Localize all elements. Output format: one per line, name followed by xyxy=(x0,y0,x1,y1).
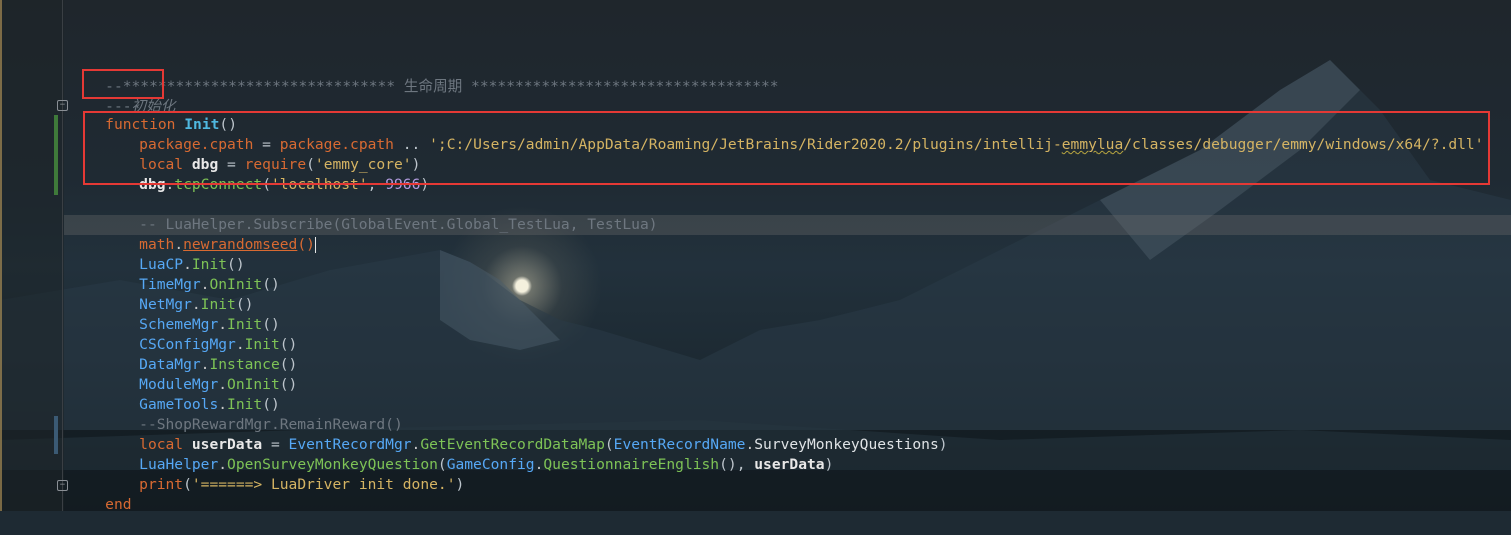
variable: userData xyxy=(754,456,825,473)
code-line-9: math.newrandomseed() xyxy=(70,215,316,253)
code-area[interactable]: --******************************* 生命周期 *… xyxy=(0,0,1511,513)
code-line-15: DataMgr.Instance() xyxy=(70,335,297,373)
code-line-8: -- LuaHelper.Subscribe(GlobalEvent.Globa… xyxy=(70,195,657,233)
annotation-box-debugger-code xyxy=(83,111,1490,185)
code-line-18: --ShopRewardMgr.RemainReward() xyxy=(70,395,403,433)
code-line-16: ModuleMgr.OnInit() xyxy=(70,355,297,393)
paren: () xyxy=(279,376,298,393)
comma: , xyxy=(736,456,755,473)
paren: ) xyxy=(938,436,948,453)
keyword-end: end xyxy=(105,496,132,513)
annotation-box-comment xyxy=(82,69,164,99)
paren: () xyxy=(262,276,280,293)
code-line-12: NetMgr.Init() xyxy=(70,275,253,313)
paren: ) xyxy=(824,456,834,473)
code-line-17: GameTools.Init() xyxy=(70,375,280,413)
paren: () xyxy=(719,456,737,473)
code-line-21: print('======> LuaDriver init done.') xyxy=(70,455,464,493)
code-line-11: TimeMgr.OnInit() xyxy=(70,255,280,293)
paren: ) xyxy=(455,476,465,493)
comment: --******************************* 生命周期 *… xyxy=(105,78,779,95)
code-line-14: CSConfigMgr.Init() xyxy=(70,315,297,353)
string: '======> LuaDriver init done.' xyxy=(191,476,456,493)
code-line-19: local userData = EventRecordMgr.GetEvent… xyxy=(70,415,947,453)
code-line-13: SchemeMgr.Init() xyxy=(70,295,280,333)
text-caret xyxy=(314,237,316,253)
code-line-20: LuaHelper.OpenSurveyMonkeyQuestion(GameC… xyxy=(70,435,833,473)
builtin-function: print xyxy=(139,476,184,493)
code-line-1: --******************************* 生命周期 *… xyxy=(70,57,778,95)
paren: ( xyxy=(183,476,192,493)
code-line-22: end xyxy=(70,475,131,513)
code-line-10: LuaCP.Init() xyxy=(70,235,244,273)
method: QuestionnaireEnglish xyxy=(543,456,720,473)
paren: () xyxy=(297,236,315,253)
